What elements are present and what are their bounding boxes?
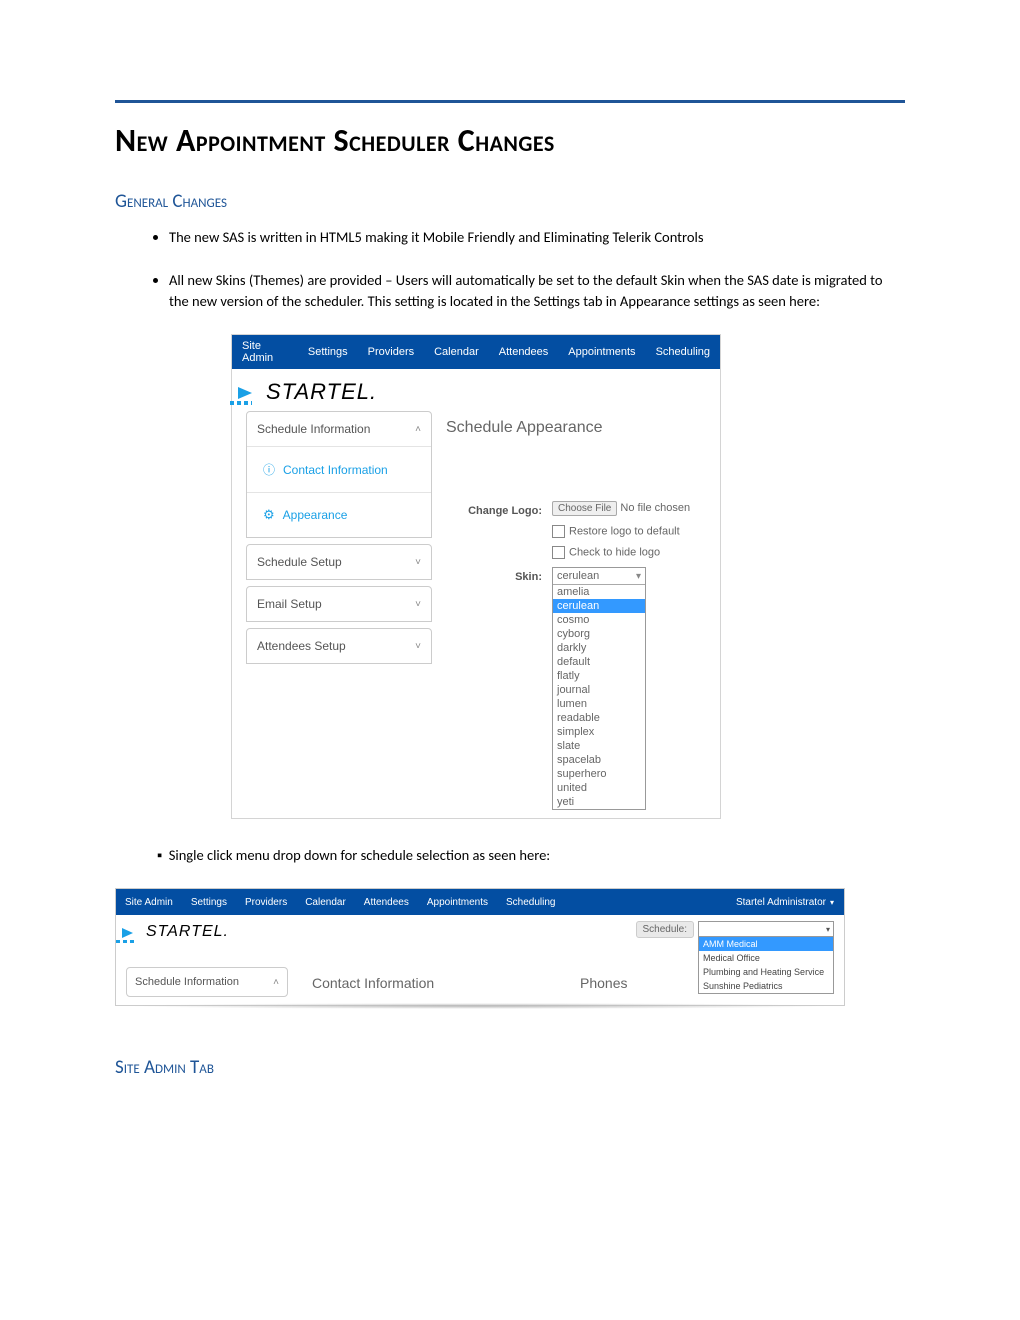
nav-providers[interactable]: Providers <box>358 335 424 369</box>
skin-option[interactable]: united <box>553 781 645 795</box>
skin-option[interactable]: yeti <box>553 795 645 809</box>
skin-option[interactable]: lumen <box>553 697 645 711</box>
startel-logo-2: STARTEL. <box>136 923 229 941</box>
panel-schedule-setup[interactable]: Schedule Setup ˅ <box>246 544 432 580</box>
gear-icon: ⚙ <box>263 507 275 523</box>
restore-logo-label: Restore logo to default <box>569 525 680 537</box>
nav-site-admin[interactable]: Site Admin <box>232 335 298 369</box>
nav-calendar[interactable]: Calendar <box>424 335 489 369</box>
navbar-2: Site Admin Settings Providers Calendar A… <box>116 889 844 915</box>
nav-attendees[interactable]: Attendees <box>489 335 559 369</box>
nav2-settings[interactable]: Settings <box>182 897 236 908</box>
skin-option[interactable]: spacelab <box>553 753 645 767</box>
schedule-appearance-heading: Schedule Appearance <box>446 411 716 447</box>
skin-selected: cerulean <box>557 570 599 582</box>
schedule-option[interactable]: Medical Office <box>699 951 833 965</box>
schedule-label: Schedule: <box>636 921 694 938</box>
nav2-calendar[interactable]: Calendar <box>296 897 355 908</box>
nav2-site-admin[interactable]: Site Admin <box>116 897 182 908</box>
chevron-up-icon: ˄ <box>273 977 279 988</box>
contact-info-label: Contact Information <box>283 463 388 477</box>
nav-appointments[interactable]: Appointments <box>558 335 645 369</box>
schedule-info-label: Schedule Information <box>257 422 370 436</box>
caret-down-icon: ▾ <box>636 571 641 582</box>
nav-settings[interactable]: Settings <box>298 335 358 369</box>
skin-option[interactable]: superhero <box>553 767 645 781</box>
nav2-attendees[interactable]: Attendees <box>355 897 418 908</box>
schedule-option[interactable]: Plumbing and Heating Service <box>699 965 833 979</box>
panel-email-setup[interactable]: Email Setup ˅ <box>246 586 432 622</box>
section-site-admin: Site Admin Tab <box>115 1056 905 1079</box>
bullet-3: ▪ Single click menu drop down for schedu… <box>169 845 905 866</box>
restore-logo-checkbox[interactable] <box>552 525 565 538</box>
user-menu[interactable]: Startel Administrator ▾ <box>736 897 844 908</box>
skin-label: Skin: <box>446 567 542 583</box>
navbar-1: Site Admin Settings Providers Calendar A… <box>232 335 720 369</box>
top-rule <box>115 100 905 103</box>
hide-logo-checkbox[interactable] <box>552 546 565 559</box>
attendees-setup-label: Attendees Setup <box>257 639 346 653</box>
bullet-1: The new SAS is written in HTML5 making i… <box>169 227 905 248</box>
chevron-down-icon: ˅ <box>415 599 421 610</box>
schedule-dropdown[interactable]: ▾ AMM Medical Medical Office Plumbing an… <box>698 921 834 994</box>
skin-option[interactable]: default <box>553 655 645 669</box>
screenshot-schedule-dropdown: Site Admin Settings Providers Calendar A… <box>115 888 845 1006</box>
schedule-info-label-2: Schedule Information <box>135 976 239 988</box>
schedule-setup-label: Schedule Setup <box>257 555 342 569</box>
screenshot-appearance: Site Admin Settings Providers Calendar A… <box>231 334 721 819</box>
nav2-providers[interactable]: Providers <box>236 897 296 908</box>
skin-option[interactable]: darkly <box>553 641 645 655</box>
user-name: Startel Administrator <box>736 897 826 908</box>
skin-option[interactable]: journal <box>553 683 645 697</box>
email-setup-label: Email Setup <box>257 597 322 611</box>
bottom-shadow <box>126 1003 834 1009</box>
skin-option[interactable]: cerulean <box>553 599 645 613</box>
change-logo-label: Change Logo: <box>446 501 542 517</box>
nav2-scheduling[interactable]: Scheduling <box>497 897 564 908</box>
nav-scheduling[interactable]: Scheduling <box>646 335 720 369</box>
appearance-label: Appearance <box>283 508 348 522</box>
skin-option[interactable]: cosmo <box>553 613 645 627</box>
startel-logo: STARTEL. <box>256 379 377 405</box>
nav2-appointments[interactable]: Appointments <box>418 897 497 908</box>
contact-info-heading: Contact Information <box>312 975 434 991</box>
panel-attendees-setup[interactable]: Attendees Setup ˅ <box>246 628 432 664</box>
contact-info-item[interactable]: ⓘ Contact Information <box>247 446 431 492</box>
skin-option[interactable]: readable <box>553 711 645 725</box>
bullet-2: All new Skins (Themes) are provided – Us… <box>169 270 905 312</box>
choose-file-button[interactable]: Choose File <box>552 501 617 516</box>
appearance-item[interactable]: ⚙ Appearance <box>247 492 431 537</box>
no-file-chosen: No file chosen <box>620 502 690 514</box>
skin-option[interactable]: slate <box>553 739 645 753</box>
chevron-down-icon: ˅ <box>415 557 421 568</box>
skin-option[interactable]: flatly <box>553 669 645 683</box>
caret-down-icon: ▾ <box>826 925 830 934</box>
chevron-up-icon: ˄ <box>415 424 421 435</box>
section-general: General Changes <box>115 190 905 213</box>
skin-dropdown[interactable]: cerulean ▾ amelia cerulean cosmo cyborg d… <box>552 567 646 810</box>
hide-logo-label: Check to hide logo <box>569 546 660 558</box>
panel-schedule-info[interactable]: Schedule Information ˄ ⓘ Contact Informat… <box>246 411 432 538</box>
caret-down-icon: ▾ <box>830 898 834 907</box>
info-icon: ⓘ <box>263 461 275 478</box>
chevron-down-icon: ˅ <box>415 641 421 652</box>
skin-option[interactable]: simplex <box>553 725 645 739</box>
skin-option[interactable]: amelia <box>553 585 645 599</box>
phones-heading: Phones <box>580 975 627 991</box>
schedule-option[interactable]: Sunshine Pediatrics <box>699 979 833 993</box>
schedule-option[interactable]: AMM Medical <box>699 937 833 951</box>
skin-option-list: amelia cerulean cosmo cyborg darkly defa… <box>553 584 645 809</box>
page-title: New Appointment Scheduler Changes <box>115 121 905 160</box>
skin-option[interactable]: cyborg <box>553 627 645 641</box>
panel2-schedule-info[interactable]: Schedule Information ˄ <box>126 967 288 997</box>
